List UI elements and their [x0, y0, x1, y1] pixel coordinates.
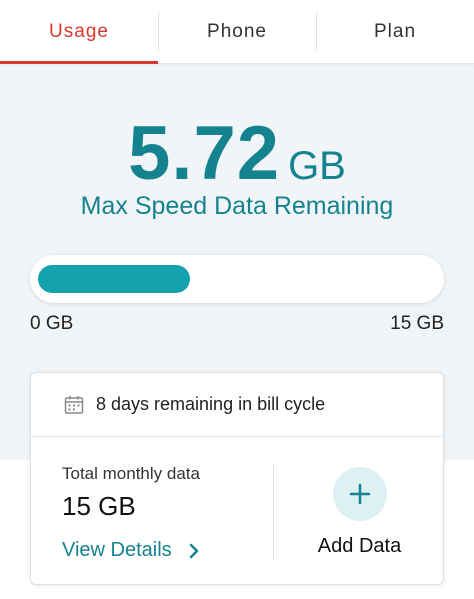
- bill-cycle-text: 8 days remaining in bill cycle: [96, 394, 326, 414]
- usage-progress-bar: [30, 255, 444, 303]
- data-remaining-amount: 5.72 GB: [0, 110, 474, 197]
- data-details-card: 8 days remaining in bill cycle Total mon…: [30, 372, 444, 585]
- view-details-link[interactable]: View Details: [62, 539, 200, 562]
- progress-max-label: 15 GB: [390, 313, 444, 334]
- tab-usage[interactable]: Usage: [0, 0, 158, 64]
- usage-progress-fill: [38, 265, 190, 293]
- add-data-section: Add Data: [274, 437, 445, 586]
- plus-icon: [349, 483, 371, 505]
- data-remaining-unit: GB: [288, 144, 346, 188]
- data-remaining-label: Max Speed Data Remaining: [80, 192, 394, 220]
- add-data-label[interactable]: Add Data: [274, 535, 445, 558]
- add-data-button[interactable]: [333, 467, 387, 521]
- tab-plan[interactable]: Plan: [316, 0, 474, 63]
- chevron-right-icon: [189, 543, 198, 558]
- view-details-label: View Details: [62, 539, 172, 561]
- total-monthly-data-value: 15 GB: [62, 491, 136, 521]
- total-monthly-data-label: Total monthly data: [62, 464, 200, 483]
- total-data-section: Total monthly data 15 GB View Details: [31, 437, 273, 586]
- calendar-icon: [64, 395, 84, 414]
- tab-bar: Usage Phone Plan: [0, 0, 474, 64]
- bill-cycle-row: 8 days remaining in bill cycle: [31, 373, 443, 437]
- tab-phone[interactable]: Phone: [158, 0, 316, 63]
- data-remaining-value: 5.72: [128, 111, 281, 196]
- progress-min-label: 0 GB: [30, 313, 74, 334]
